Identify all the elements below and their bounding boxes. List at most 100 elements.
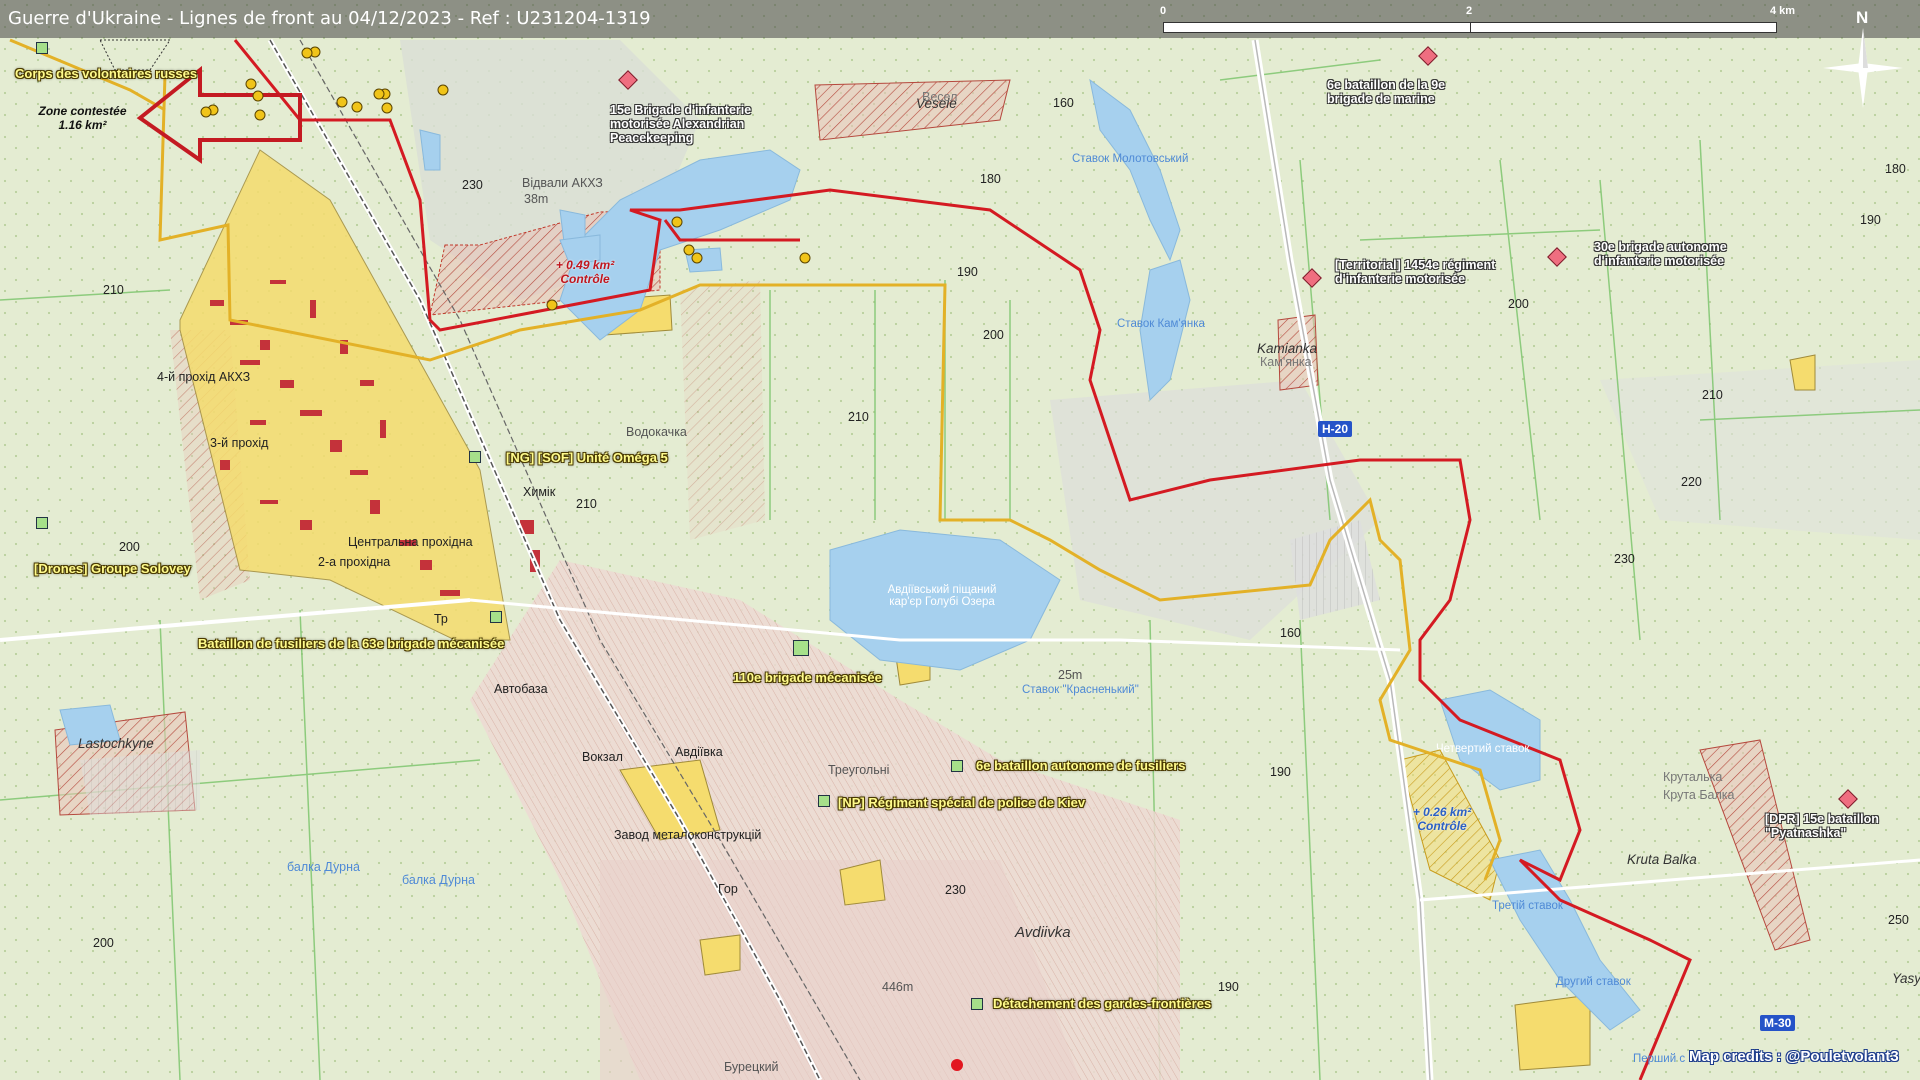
water-label-kamianka: Ставок Кам'янка xyxy=(1117,318,1205,330)
gain-east-title: Contrôle xyxy=(1417,819,1467,833)
map-label-krutalka: Круталька xyxy=(1663,770,1723,784)
map-label-kruta-balka-ua: Крута Балка xyxy=(1663,788,1735,802)
road-shield-h20: H-20 xyxy=(1318,421,1353,437)
map-stage[interactable]: Guerre d'Ukraine - Lignes de front au 04… xyxy=(0,0,1920,1080)
unit-label-6e-fusiliers: 6e bataillon autonome de fusiliers xyxy=(976,758,1186,773)
map-label-balka-durna-2: балка Дурна xyxy=(402,873,475,887)
unit-label-omega5: [NG] [SOF] Unité Oméga 5 xyxy=(506,450,668,465)
contested-zone-label: Zone contestée 1.16 km² xyxy=(30,104,135,132)
unit-label-solovey: [Drones] Groupe Solovey xyxy=(34,561,191,576)
map-label-avtobaza: Автобаза xyxy=(494,682,548,696)
ua-unit-marker-8[interactable] xyxy=(971,998,983,1010)
scale-label-2: 2 xyxy=(1466,5,1473,17)
water-label-blue-lakes: Авдіївський піщаний кар'єр Голубі Озера xyxy=(887,584,997,608)
ua-unit-marker-7[interactable] xyxy=(818,795,830,807)
elevation-180-b: 180 xyxy=(1885,162,1906,176)
map-label-khimik: Химік xyxy=(523,485,556,499)
unit-label-6e-bataillon-marine: 6e bataillon de la 9e brigade de marine xyxy=(1327,78,1446,106)
unit-label-gardes-frontieres: Détachement des gardes-frontières xyxy=(993,996,1212,1011)
map-label-balka-durna-1: балка Дурна xyxy=(287,860,360,874)
water-label-molotovskyi: Ставок Молотовський xyxy=(1072,153,1189,165)
unit-label-police-kiev: [NP] Régiment spécial de police de Kiev xyxy=(838,795,1086,810)
grey-hatch-lastochkyne xyxy=(80,750,200,815)
elevation-190-a: 190 xyxy=(957,265,978,279)
map-label-avdiivka-station: Авдіївка xyxy=(675,745,723,759)
elevation-200-b: 200 xyxy=(983,328,1004,342)
elevation-230-c: 230 xyxy=(1614,552,1635,566)
map-label-25m: 25m xyxy=(1058,668,1083,682)
elevation-190-d: 190 xyxy=(1860,213,1881,227)
elevation-210-a: 210 xyxy=(103,283,124,297)
map-label-vesele-ua: Весел xyxy=(922,90,958,104)
ua-unit-marker-4[interactable] xyxy=(490,611,502,623)
elevation-250: 250 xyxy=(1888,913,1909,927)
scale-label-0: 0 xyxy=(1160,5,1167,17)
unit-label-pyatnashka: [DPR] 15e bataillon "Pyatnashka" xyxy=(1765,812,1879,840)
place-yasy: Yasy xyxy=(1892,971,1920,986)
gain-east-value: + 0.26 km² xyxy=(1412,805,1472,819)
map-label-tsentralna: Центральна прохідна xyxy=(348,535,473,549)
map-label-kamianka-ua: Кам'янка xyxy=(1260,355,1312,369)
elevation-200-c: 200 xyxy=(93,936,114,950)
ua-unit-marker-3[interactable] xyxy=(469,451,481,463)
gain-north-title: Contrôle xyxy=(560,272,610,286)
map-canvas[interactable] xyxy=(0,0,1920,1080)
map-label-buretskyi: Бурецкий xyxy=(724,1060,779,1074)
elevation-210-c: 210 xyxy=(576,497,597,511)
gain-north-value: + 0.49 km² xyxy=(555,258,615,272)
ua-zone-3 xyxy=(1514,994,1591,1071)
elevation-190-b: 190 xyxy=(1270,765,1291,779)
gain-north-label: + 0.49 km² Contrôle xyxy=(535,258,635,286)
contested-zone-title: Zone contestée xyxy=(38,104,127,118)
elevation-220: 220 xyxy=(1681,475,1702,489)
map-credits: Map credits : @Pouletvolant3 xyxy=(1689,1048,1899,1065)
elevation-230-b: 230 xyxy=(945,883,966,897)
map-title: Guerre d'Ukraine - Lignes de front au 04… xyxy=(8,8,651,29)
elevation-160-a: 160 xyxy=(1053,96,1074,110)
ua-zone-5 xyxy=(699,934,741,976)
map-label-4-prokhid: 4-й прохід АКХЗ xyxy=(157,370,251,384)
ua-unit-marker-5[interactable] xyxy=(793,640,809,656)
elevation-180-a: 180 xyxy=(980,172,1001,186)
place-kruta-balka: Kruta Balka xyxy=(1627,852,1697,867)
water-label-chetvertyi: Четвертий ставок xyxy=(1436,743,1530,755)
ua-unit-marker-6[interactable] xyxy=(951,760,963,772)
map-label-hor: Гор xyxy=(718,882,738,896)
map-label-zavod: Завод металоконструкцій xyxy=(614,828,762,842)
scale-bar xyxy=(1163,22,1777,33)
map-label-vodokachka: Водокачка xyxy=(626,425,687,439)
ua-zone-4 xyxy=(1789,354,1816,391)
elevation-160-b: 160 xyxy=(1280,626,1301,640)
north-label: N xyxy=(1856,8,1869,27)
unit-label-110e: 110e brigade mécanisée xyxy=(733,670,882,685)
unit-label-63e: Bataillon de fusiliers de la 63e brigade… xyxy=(198,636,505,651)
water-label-druhyi: Другий ставок xyxy=(1556,976,1631,988)
map-label-3-prokhid: 3-й прохід xyxy=(210,436,269,450)
unit-label-corps-volontaires: Corps des volontaires russes xyxy=(15,66,198,81)
contested-zone-value: 1.16 km² xyxy=(58,118,107,132)
elevation-200-a: 200 xyxy=(119,540,140,554)
north-arrow: N xyxy=(1813,8,1913,108)
place-avdiivka: Avdiivka xyxy=(1015,924,1071,941)
ua-unit-marker-1[interactable] xyxy=(36,42,48,54)
map-label-38m: 38m xyxy=(524,192,549,206)
elevation-200-d: 200 xyxy=(1508,297,1529,311)
elevation-190-c: 190 xyxy=(1218,980,1239,994)
map-label-vidvaly: Відвали АКХЗ xyxy=(522,176,603,190)
avdiivka-south xyxy=(600,860,1080,1080)
ua-unit-marker-2[interactable] xyxy=(36,517,48,529)
unit-label-1454e: [Territorial] 1454e régiment d'infanteri… xyxy=(1335,258,1496,286)
ru-position-dot xyxy=(951,1059,963,1071)
map-label-2-prokhidna: 2-а прохідна xyxy=(318,555,391,569)
place-kamianka: Kamianka xyxy=(1257,341,1318,356)
water-label-pershyi: Перший с xyxy=(1633,1053,1686,1065)
elevation-210-d: 210 xyxy=(1702,388,1723,402)
map-label-446m: 446m xyxy=(882,980,914,994)
water-label-krasnenkyi: Ставок "Красненький" xyxy=(1022,684,1139,696)
unit-label-15e-brigade: 15e Brigade d'infanterie motorisée Alexa… xyxy=(610,103,752,145)
map-label-tr: Тр xyxy=(434,612,448,626)
map-label-vokzal: Вокзал xyxy=(582,750,623,764)
unit-label-30e-brigade: 30e brigade autonome d'infanterie motori… xyxy=(1594,240,1727,268)
elevation-210-b: 210 xyxy=(848,410,869,424)
place-lastochkyne: Lastochkyne xyxy=(78,736,154,751)
